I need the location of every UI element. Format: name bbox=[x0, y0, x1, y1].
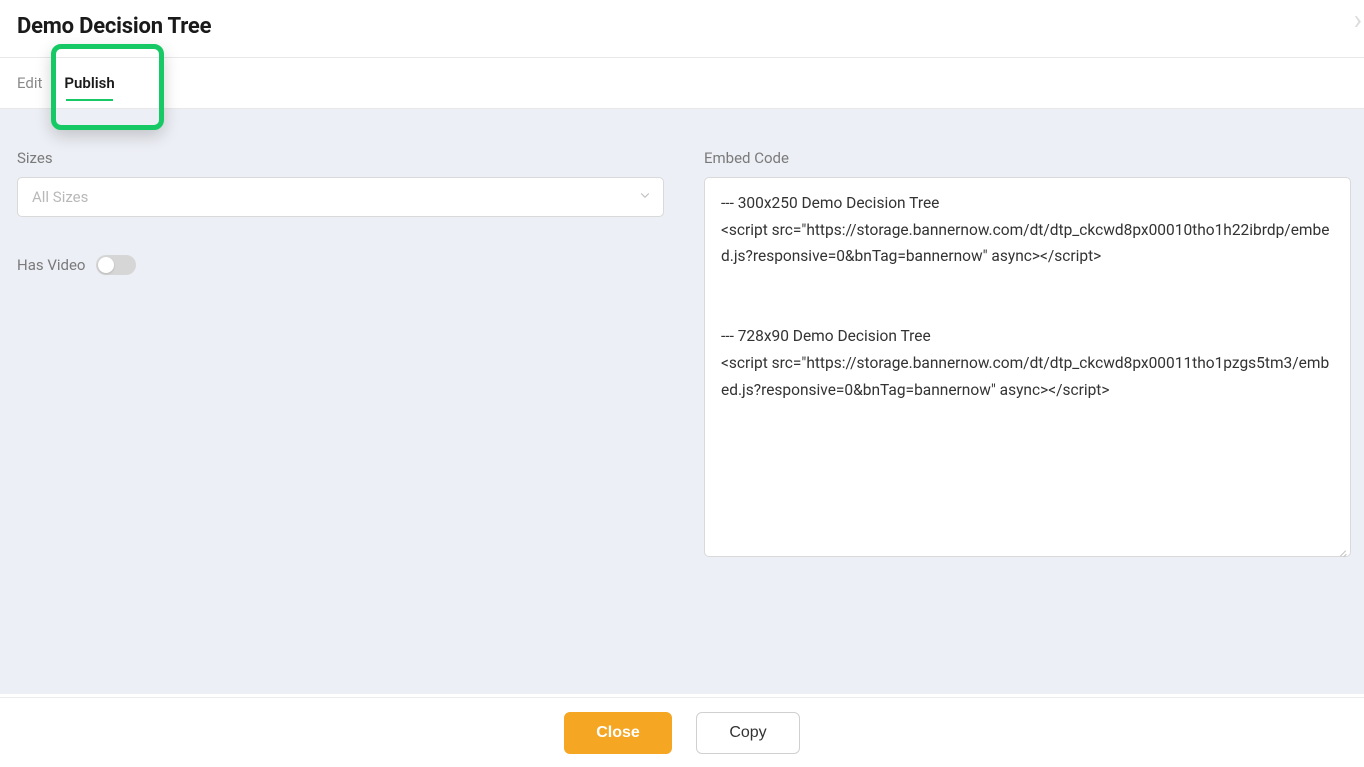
close-button[interactable]: Close bbox=[564, 712, 672, 754]
toggle-knob bbox=[98, 257, 114, 273]
content-area: Sizes All Sizes Has Video Embed Code bbox=[0, 109, 1364, 694]
sizes-select-wrap: All Sizes bbox=[17, 177, 664, 217]
right-column: Embed Code bbox=[704, 149, 1351, 674]
tab-edit[interactable]: Edit bbox=[17, 59, 42, 107]
left-column: Sizes All Sizes Has Video bbox=[17, 149, 664, 674]
sizes-select[interactable]: All Sizes bbox=[17, 177, 664, 217]
copy-button[interactable]: Copy bbox=[696, 712, 800, 754]
embed-code-label: Embed Code bbox=[704, 149, 1351, 167]
embed-code-textarea[interactable] bbox=[704, 177, 1351, 557]
tab-publish[interactable]: Publish bbox=[64, 59, 114, 107]
footer-bar: Close Copy bbox=[0, 697, 1364, 767]
has-video-row: Has Video bbox=[17, 255, 664, 275]
has-video-toggle[interactable] bbox=[96, 255, 136, 275]
modal-header: Demo Decision Tree › bbox=[0, 0, 1364, 58]
tabs-row: Edit Publish bbox=[0, 58, 1364, 109]
close-icon[interactable]: › bbox=[1354, 6, 1362, 34]
page-title: Demo Decision Tree bbox=[17, 14, 1347, 39]
sizes-label: Sizes bbox=[17, 149, 664, 167]
has-video-label: Has Video bbox=[17, 256, 86, 274]
